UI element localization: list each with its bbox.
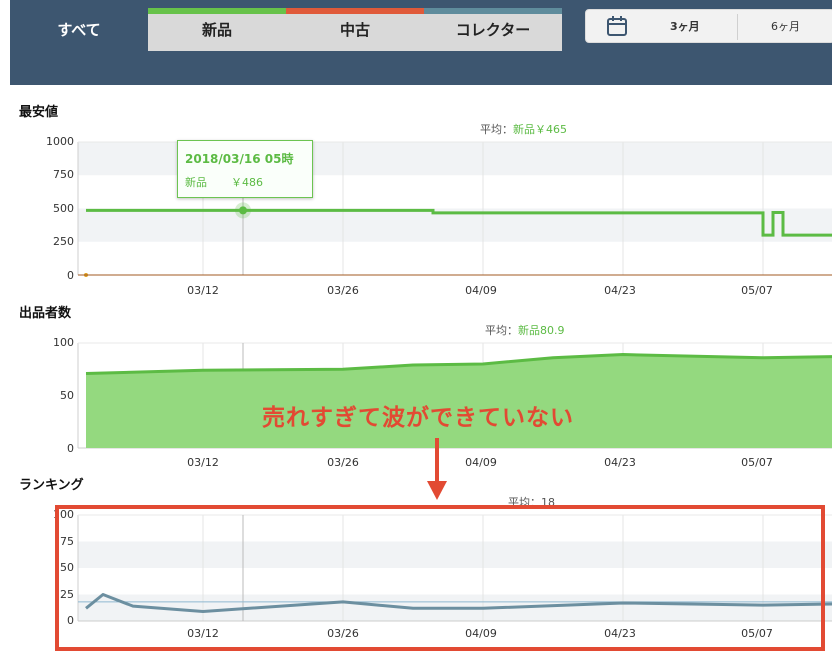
tooltip-series: 新品 (185, 176, 207, 189)
price-marker (239, 206, 247, 215)
tooltip-value: ￥486 (231, 176, 263, 189)
annotation-text: 売れすぎて波ができていない (262, 405, 574, 431)
price-tooltip: 2018/03/16 05時 新品 ￥486 (177, 140, 313, 198)
tooltip-date: 2018/03/16 05時 (185, 152, 294, 166)
highlight-box (55, 505, 825, 651)
annotation-arrow-head (427, 481, 447, 500)
